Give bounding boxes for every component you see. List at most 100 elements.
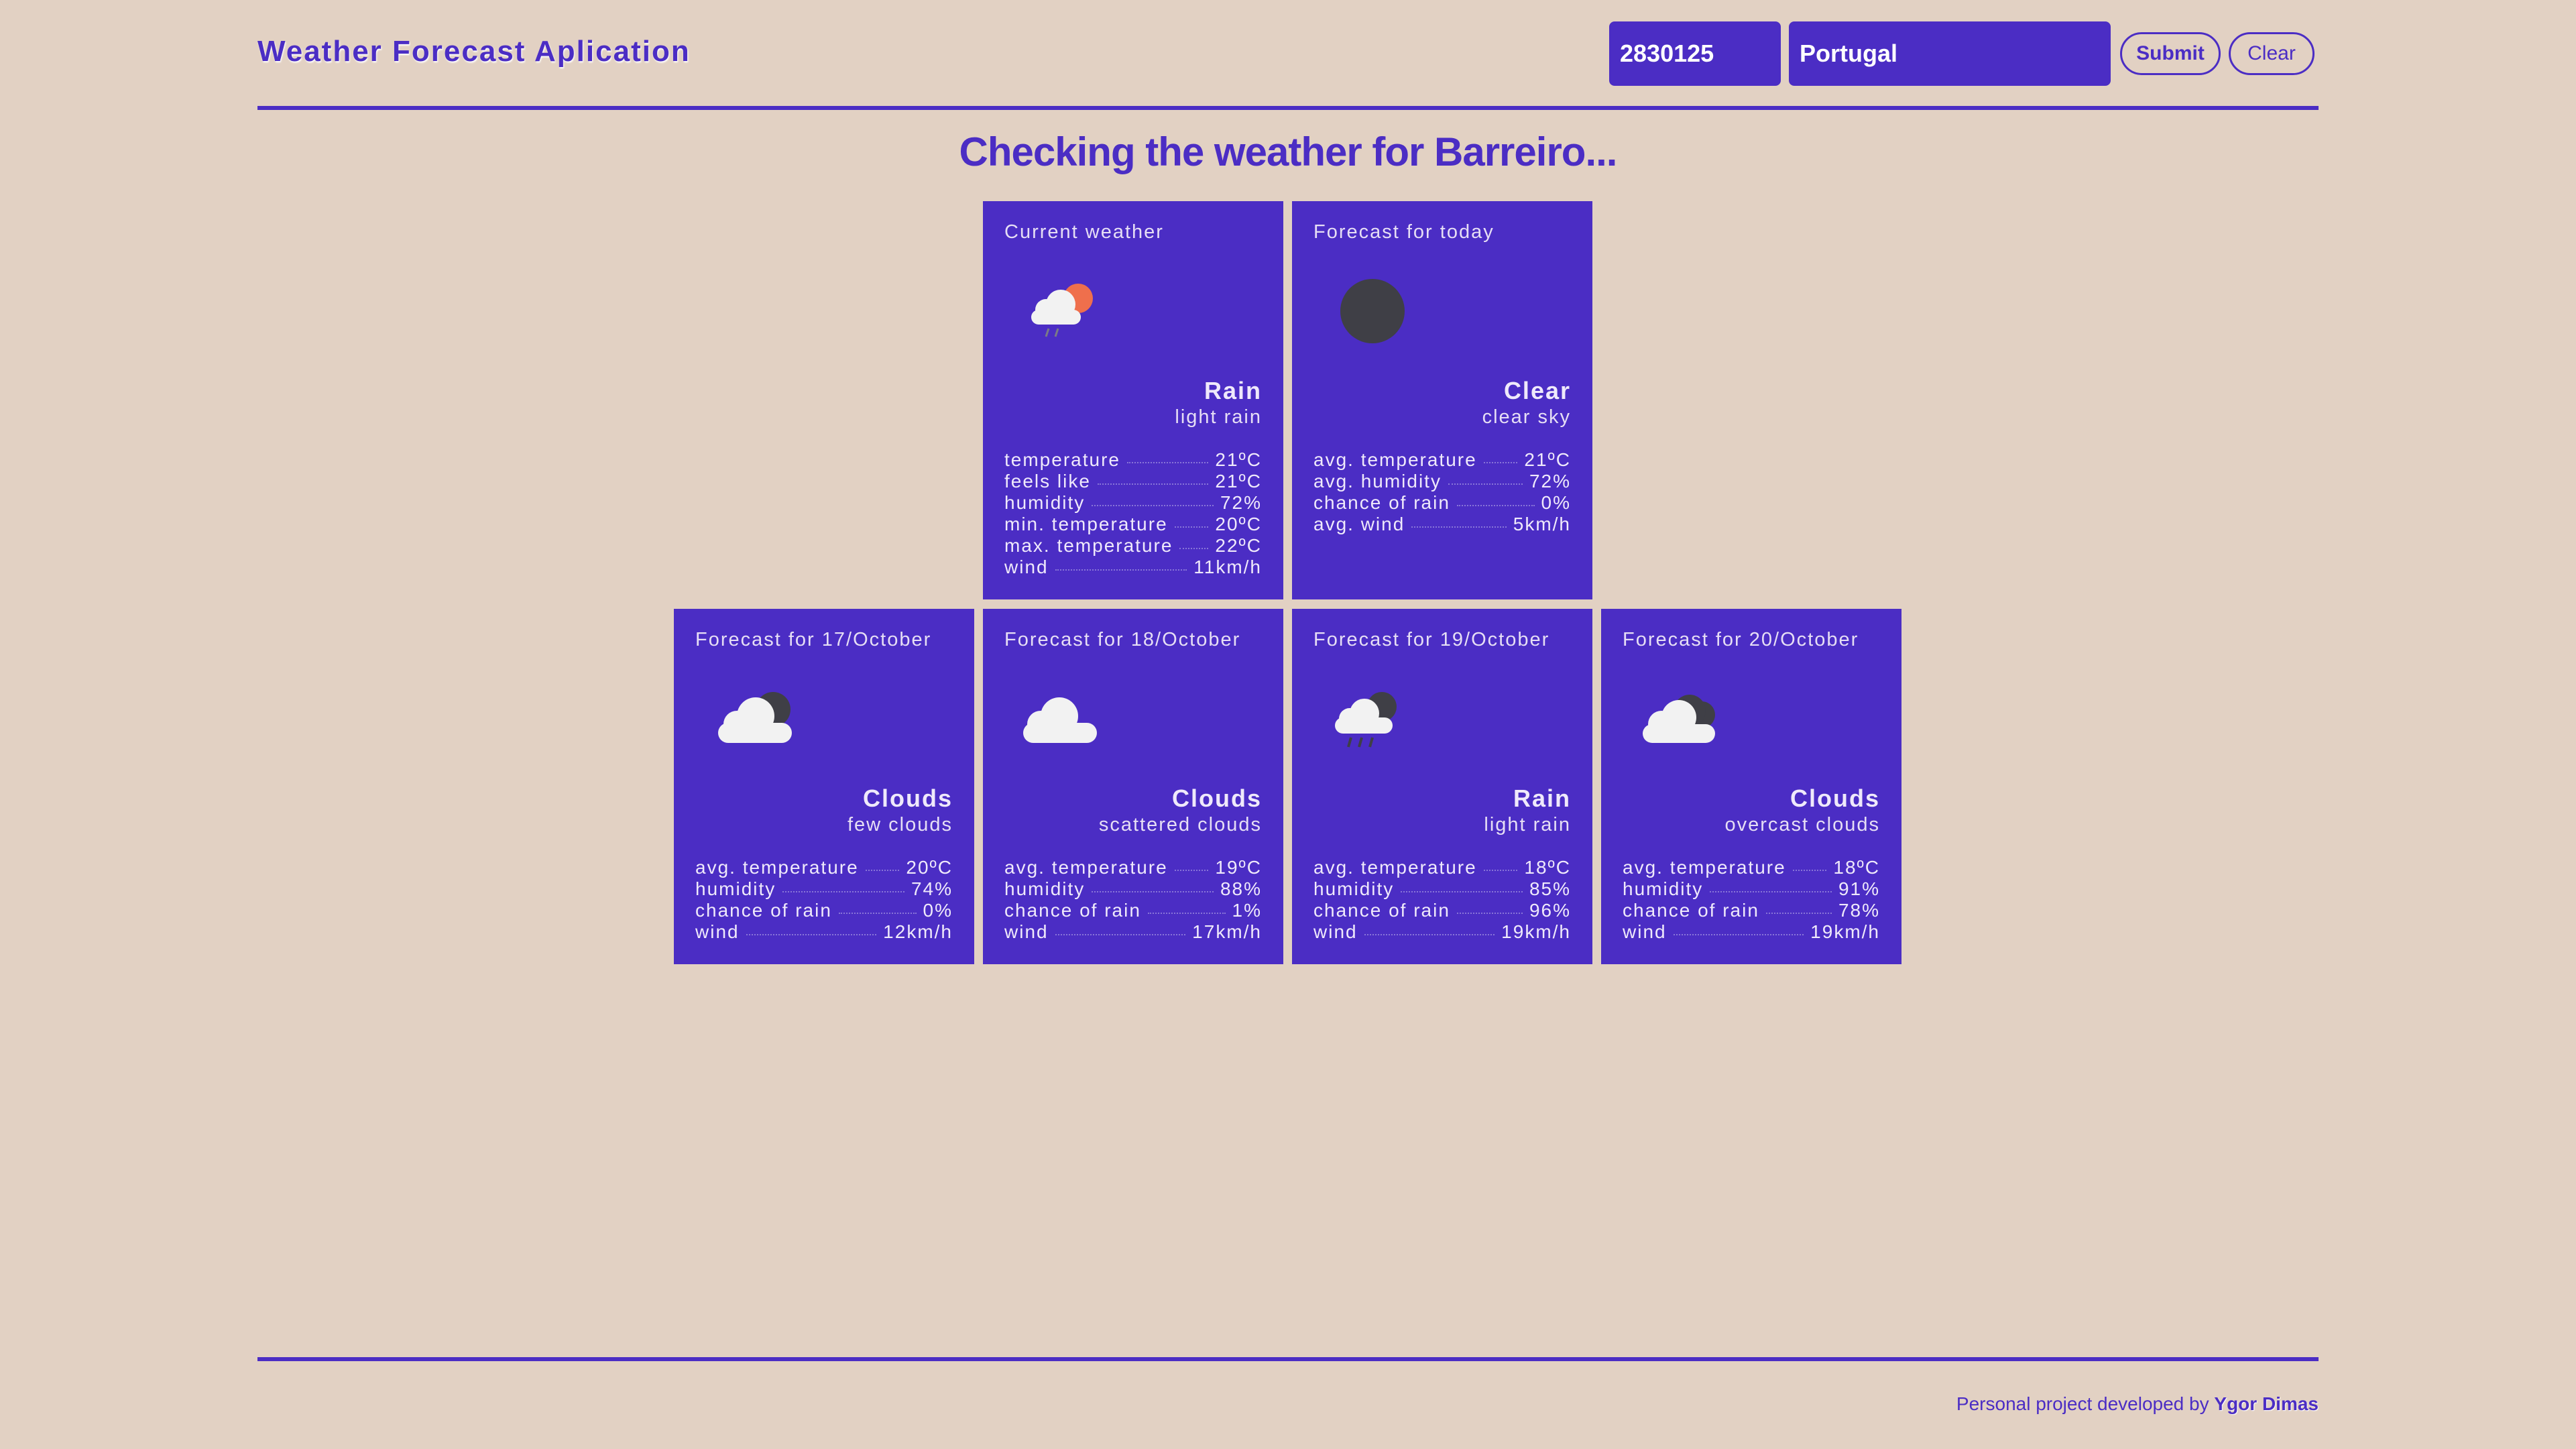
card-title: Forecast for 17/October <box>695 629 932 650</box>
condition: Rain light rain <box>1484 785 1571 836</box>
footer: Personal project developed by Ygor Dimas <box>1956 1393 2319 1415</box>
author-link[interactable]: Ygor Dimas <box>2214 1393 2319 1414</box>
stats-list: avg. temperature 20ºC humidity 74% chance … <box>695 857 953 943</box>
stat-value: 1% <box>1232 900 1262 921</box>
stats-list: avg. temperature 21ºC avg. humidity 72% ch… <box>1313 449 1571 535</box>
condition-main: Rain <box>1204 377 1262 404</box>
stat-value: 21ºC <box>1524 449 1571 470</box>
condition-description: light rain <box>1484 814 1571 835</box>
stat-row: wind 19km/h <box>1623 921 1880 943</box>
stat-row: avg. humidity 72% <box>1313 471 1571 492</box>
moon-icon <box>1340 279 1405 343</box>
current-weather-card: Current weather Rain light rain temperat… <box>983 201 1283 599</box>
stat-label: humidity <box>1313 878 1395 899</box>
condition-main: Rain <box>1513 785 1571 812</box>
stat-label: avg. temperature <box>695 857 859 878</box>
stat-row: wind 12km/h <box>695 921 953 943</box>
stat-row: wind 19km/h <box>1313 921 1571 943</box>
stat-row: feels like 21ºC <box>1004 471 1262 492</box>
clear-button[interactable]: Clear <box>2229 32 2315 75</box>
forecast-card-20-october: Forecast for 20/October Clouds overcast … <box>1601 609 1901 964</box>
stat-value: 20ºC <box>906 857 953 878</box>
stat-label: chance of rain <box>1313 900 1450 921</box>
card-title: Forecast for 18/October <box>1004 629 1241 650</box>
header-divider <box>257 106 2319 110</box>
stat-label: temperature <box>1004 449 1120 470</box>
stat-value: 74% <box>911 878 953 899</box>
stat-row: humidity 74% <box>695 878 953 900</box>
stat-value: 72% <box>1529 471 1571 491</box>
stat-row: temperature 21ºC <box>1004 449 1262 471</box>
stat-row: chance of rain 96% <box>1313 900 1571 921</box>
stat-value: 19km/h <box>1501 921 1571 942</box>
condition: Clouds scattered clouds <box>1099 785 1262 836</box>
stat-value: 22ºC <box>1215 535 1262 556</box>
stat-label: wind <box>1623 921 1667 942</box>
stat-row: avg. temperature 18ºC <box>1313 857 1571 878</box>
country-input[interactable] <box>1789 21 2111 86</box>
stat-row: chance of rain 78% <box>1623 900 1880 921</box>
stat-value: 5km/h <box>1513 514 1571 534</box>
stat-label: min. temperature <box>1004 514 1168 534</box>
stat-value: 91% <box>1838 878 1880 899</box>
stat-value: 17km/h <box>1192 921 1262 942</box>
cloud-icon <box>1023 697 1097 743</box>
zip-code-input[interactable] <box>1609 21 1781 86</box>
stat-row: chance of rain 1% <box>1004 900 1262 921</box>
condition-description: overcast clouds <box>1724 814 1880 835</box>
page: Weather Forecast Aplication Submit Clear… <box>0 0 2576 1449</box>
stat-label: chance of rain <box>1623 900 1759 921</box>
forecast-card-18-october: Forecast for 18/October Clouds scattered… <box>983 609 1283 964</box>
stat-row: chance of rain 0% <box>695 900 953 921</box>
stat-value: 21ºC <box>1215 471 1262 491</box>
stat-row: wind 17km/h <box>1004 921 1262 943</box>
card-title: Forecast for 19/October <box>1313 629 1550 650</box>
stat-label: wind <box>1313 921 1358 942</box>
stat-value: 0% <box>1541 492 1571 513</box>
stat-row: chance of rain 0% <box>1313 492 1571 514</box>
stat-row: humidity 88% <box>1004 878 1262 900</box>
stat-label: wind <box>1004 557 1049 577</box>
condition-description: clear sky <box>1482 406 1571 428</box>
forecast-card-17-october: Forecast for 17/October Clouds few cloud… <box>674 609 974 964</box>
card-title: Forecast for 20/October <box>1623 629 1859 650</box>
stats-list: avg. temperature 19ºC humidity 88% chance … <box>1004 857 1262 943</box>
footer-divider <box>257 1357 2319 1361</box>
condition-description: light rain <box>1175 406 1262 428</box>
submit-button[interactable]: Submit <box>2120 32 2221 75</box>
stat-row: humidity 91% <box>1623 878 1880 900</box>
app-title: Weather Forecast Aplication <box>257 35 691 68</box>
stat-row: humidity 85% <box>1313 878 1571 900</box>
stat-row: min. temperature 20ºC <box>1004 514 1262 535</box>
card-title: Current weather <box>1004 221 1164 243</box>
stat-label: chance of rain <box>1313 492 1450 513</box>
stat-value: 78% <box>1838 900 1880 921</box>
stat-value: 19ºC <box>1215 857 1262 878</box>
stat-row: max. temperature 22ºC <box>1004 535 1262 557</box>
stat-label: max. temperature <box>1004 535 1173 556</box>
stat-label: avg. humidity <box>1313 471 1442 491</box>
stat-label: humidity <box>1004 878 1086 899</box>
condition: Clear clear sky <box>1482 377 1571 428</box>
footer-text: Personal project developed by <box>1956 1393 2209 1414</box>
stat-row: avg. temperature 20ºC <box>695 857 953 878</box>
overcast-clouds-icon <box>1643 695 1715 743</box>
stat-value: 21ºC <box>1215 449 1262 470</box>
stat-label: humidity <box>1004 492 1086 513</box>
condition-description: scattered clouds <box>1098 814 1262 835</box>
condition: Clouds few clouds <box>847 785 953 836</box>
stat-label: avg. temperature <box>1623 857 1786 878</box>
stat-label: humidity <box>1623 878 1704 899</box>
condition-main: Clouds <box>1172 785 1262 812</box>
condition-main: Clear <box>1503 377 1571 404</box>
stat-row: wind 11km/h <box>1004 557 1262 578</box>
stat-value: 85% <box>1529 878 1571 899</box>
stat-label: wind <box>1004 921 1049 942</box>
stats-list: avg. temperature 18ºC humidity 85% chance … <box>1313 857 1571 943</box>
stat-row: humidity 72% <box>1004 492 1262 514</box>
stat-label: avg. temperature <box>1313 857 1477 878</box>
stat-label: humidity <box>695 878 776 899</box>
cloud-moon-icon <box>718 692 792 743</box>
forecast-card-19-october: Forecast for 19/October Rain light rain … <box>1292 609 1592 964</box>
stat-label: avg. temperature <box>1313 449 1477 470</box>
